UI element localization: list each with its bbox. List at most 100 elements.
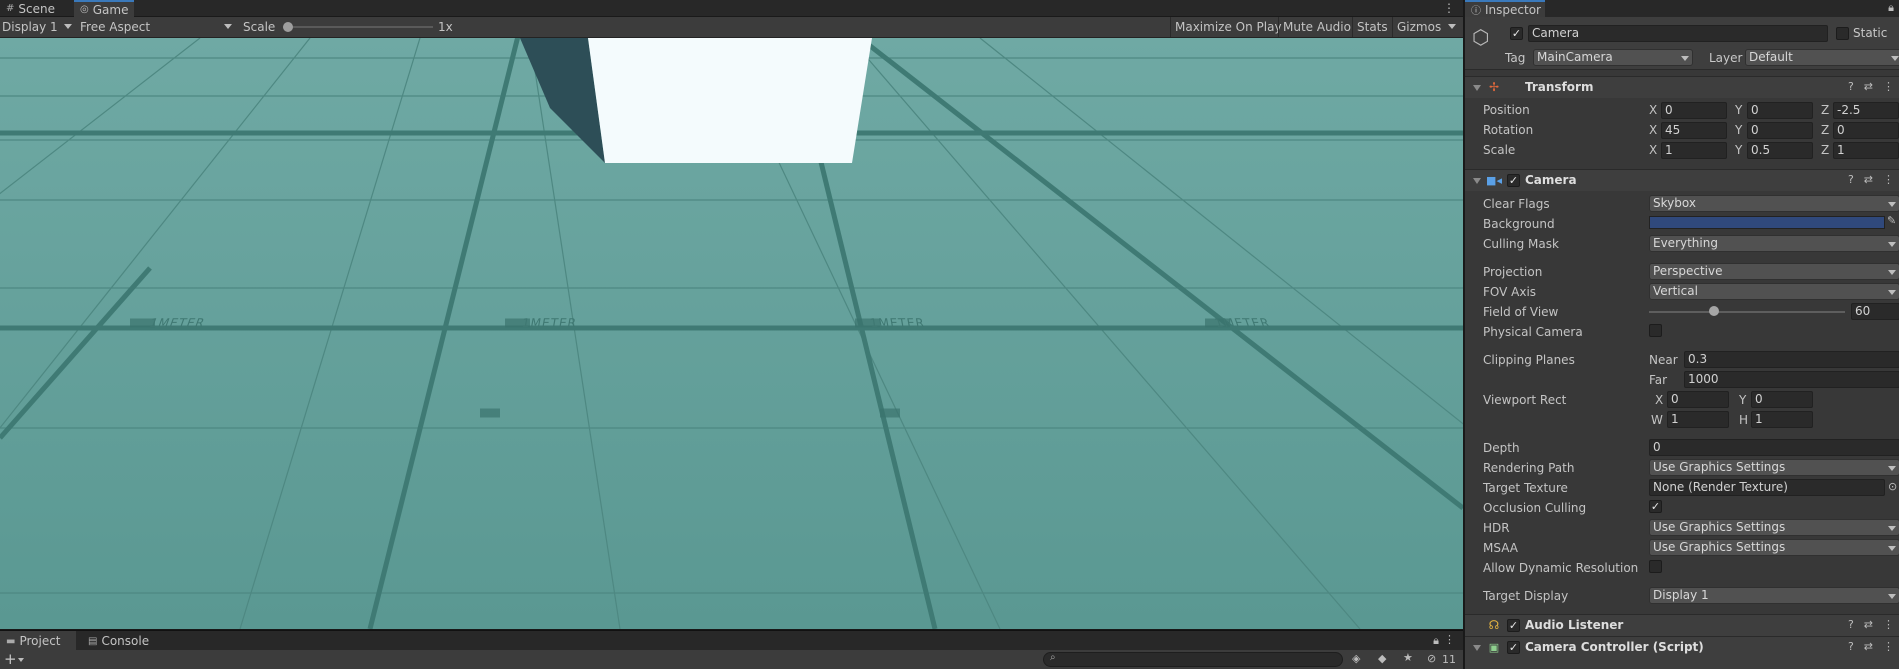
help-icon[interactable]: ? (1848, 640, 1854, 653)
camera-enabled-checkbox[interactable]: ✓ (1507, 174, 1520, 187)
static-label: Static (1853, 26, 1888, 40)
target-texture-field[interactable]: None (Render Texture) (1649, 479, 1885, 496)
filter-by-label-icon[interactable]: ◆ (1378, 652, 1386, 665)
clear-flags-dropdown[interactable]: Skybox (1649, 195, 1899, 212)
occlusion-culling-checkbox[interactable]: ✓ (1649, 500, 1662, 513)
help-icon[interactable]: ? (1848, 618, 1854, 631)
scale-x-field[interactable]: 1 (1661, 142, 1727, 159)
game-render (0, 38, 1463, 629)
depth-field[interactable]: 0 (1649, 439, 1899, 456)
hdr-dropdown[interactable]: Use Graphics Settings (1649, 519, 1899, 536)
headphones-icon: ☊ (1488, 618, 1500, 632)
preset-icon[interactable]: ⇄ (1864, 173, 1873, 186)
tab-project[interactable]: ▬ Project (0, 631, 76, 651)
search-input[interactable]: ⌕ (1043, 652, 1343, 667)
viewport-x-field[interactable]: 0 (1667, 391, 1729, 408)
tag-dropdown[interactable]: MainCamera (1533, 49, 1693, 66)
camera-icon: ■◂ (1486, 173, 1502, 187)
tag-label: Tag (1505, 51, 1526, 65)
target-display-dropdown[interactable]: Display 1 (1649, 587, 1899, 604)
tab-game[interactable]: ◎ Game (74, 0, 134, 17)
scale-slider-track[interactable] (283, 26, 433, 28)
tab-options-icon[interactable]: ⋮ (1444, 633, 1455, 646)
msaa-dropdown[interactable]: Use Graphics Settings (1649, 539, 1899, 556)
active-checkbox[interactable]: ✓ (1510, 27, 1523, 40)
maximize-on-play-button[interactable]: Maximize On Play (1170, 17, 1286, 37)
hidden-packages-icon[interactable]: ⊘ (1427, 652, 1436, 665)
fov-slider-track[interactable] (1649, 311, 1845, 313)
chevron-down-icon[interactable] (1448, 24, 1456, 29)
aspect-dropdown[interactable]: Free Aspect (80, 17, 150, 37)
culling-mask-dropdown[interactable]: Everything (1649, 235, 1899, 252)
stats-button[interactable]: Stats (1352, 17, 1392, 37)
object-name-field[interactable]: Camera (1528, 25, 1828, 42)
position-label: Position (1483, 103, 1530, 117)
gamepad-icon: ◎ (80, 4, 89, 15)
console-icon: ▤ (88, 635, 98, 647)
tab-inspector[interactable]: ⓘ Inspector (1465, 0, 1545, 17)
help-icon[interactable]: ? (1848, 80, 1854, 93)
rotation-x-field[interactable]: 45 (1661, 122, 1727, 139)
tab-console[interactable]: ▤ Console (82, 631, 155, 651)
floor-label: 1METER (868, 316, 927, 330)
position-x-field[interactable]: 0 (1661, 102, 1727, 119)
component-menu-icon[interactable]: ⋮ (1883, 640, 1894, 653)
rotation-y-field[interactable]: 0 (1747, 122, 1813, 139)
projection-dropdown[interactable]: Perspective (1649, 263, 1899, 280)
camera-component-header[interactable]: ■◂ ✓ Camera ? ⇄ ⋮ (1465, 169, 1899, 191)
physical-camera-checkbox[interactable] (1649, 324, 1662, 337)
rotation-z-field[interactable]: 0 (1833, 122, 1899, 139)
scale-y-field[interactable]: 0.5 (1747, 142, 1813, 159)
transform-component-header[interactable]: ✢ Transform ? ⇄ ⋮ (1465, 76, 1899, 98)
lock-icon[interactable]: 🔒︎ (1888, 1, 1894, 15)
preset-icon[interactable]: ⇄ (1864, 618, 1873, 631)
component-menu-icon[interactable]: ⋮ (1883, 618, 1894, 631)
foldout-arrow-icon[interactable] (1473, 85, 1481, 91)
scale-z-field[interactable]: 1 (1833, 142, 1899, 159)
filter-by-type-icon[interactable]: ◈ (1352, 652, 1360, 665)
display-dropdown[interactable]: Display 1 (2, 17, 58, 37)
chevron-down-icon[interactable] (18, 658, 24, 662)
tab-scene[interactable]: # Scene (0, 0, 60, 17)
rendering-path-dropdown[interactable]: Use Graphics Settings (1649, 459, 1899, 476)
position-z-field[interactable]: -2.5 (1833, 102, 1899, 119)
object-picker-icon[interactable]: ⊙ (1888, 480, 1897, 493)
project-toolbar: + ⌕ ◈ ◆ ★ ⊘ 11 (0, 650, 1463, 669)
floor-label: 1METER (1212, 316, 1273, 330)
position-y-field[interactable]: 0 (1747, 102, 1813, 119)
near-plane-field[interactable]: 0.3 (1684, 351, 1899, 368)
gizmos-button[interactable]: Gizmos (1392, 17, 1445, 37)
preset-icon[interactable]: ⇄ (1864, 640, 1873, 653)
favorite-star-icon[interactable]: ★ (1403, 651, 1413, 664)
audio-listener-component-header[interactable]: ☊ ✓ Audio Listener ? ⇄ ⋮ (1465, 614, 1899, 636)
fov-value-field[interactable]: 60 (1851, 303, 1899, 320)
viewport-y-field[interactable]: 0 (1751, 391, 1813, 408)
viewport-w-field[interactable]: 1 (1667, 411, 1729, 428)
component-menu-icon[interactable]: ⋮ (1883, 173, 1894, 186)
add-icon[interactable]: + (4, 650, 17, 668)
foldout-arrow-icon[interactable] (1473, 178, 1481, 184)
mute-audio-button[interactable]: Mute Audio (1278, 17, 1355, 37)
dynamic-resolution-checkbox[interactable] (1649, 560, 1662, 573)
scale-label: Scale (243, 20, 276, 34)
foldout-arrow-icon[interactable] (1473, 645, 1481, 651)
viewport-h-field[interactable]: 1 (1751, 411, 1813, 428)
camera-controller-enabled-checkbox[interactable]: ✓ (1507, 641, 1520, 654)
game-viewport[interactable]: 1METER 1METER 1METER 1METER (0, 38, 1463, 629)
eyedropper-icon[interactable]: ✎ (1887, 214, 1896, 227)
fov-slider-handle[interactable] (1708, 306, 1719, 316)
camera-controller-component-header[interactable]: ▣ ✓ Camera Controller (Script) ? ⇄ ⋮ (1465, 636, 1899, 669)
component-menu-icon[interactable]: ⋮ (1883, 80, 1894, 93)
background-color-swatch[interactable] (1649, 216, 1885, 229)
tab-options-icon[interactable]: ⋮ (1443, 1, 1455, 15)
far-plane-field[interactable]: 1000 (1684, 371, 1899, 388)
audio-listener-enabled-checkbox[interactable]: ✓ (1507, 619, 1520, 632)
lock-icon[interactable]: 🔒︎ (1433, 634, 1439, 648)
fov-axis-dropdown[interactable]: Vertical (1649, 283, 1899, 300)
transform-icon: ✢ (1488, 80, 1500, 94)
preset-icon[interactable]: ⇄ (1864, 80, 1873, 93)
scale-slider-handle[interactable] (283, 22, 293, 32)
layer-dropdown[interactable]: Default (1745, 49, 1899, 66)
static-checkbox[interactable] (1836, 27, 1849, 40)
help-icon[interactable]: ? (1848, 173, 1854, 186)
